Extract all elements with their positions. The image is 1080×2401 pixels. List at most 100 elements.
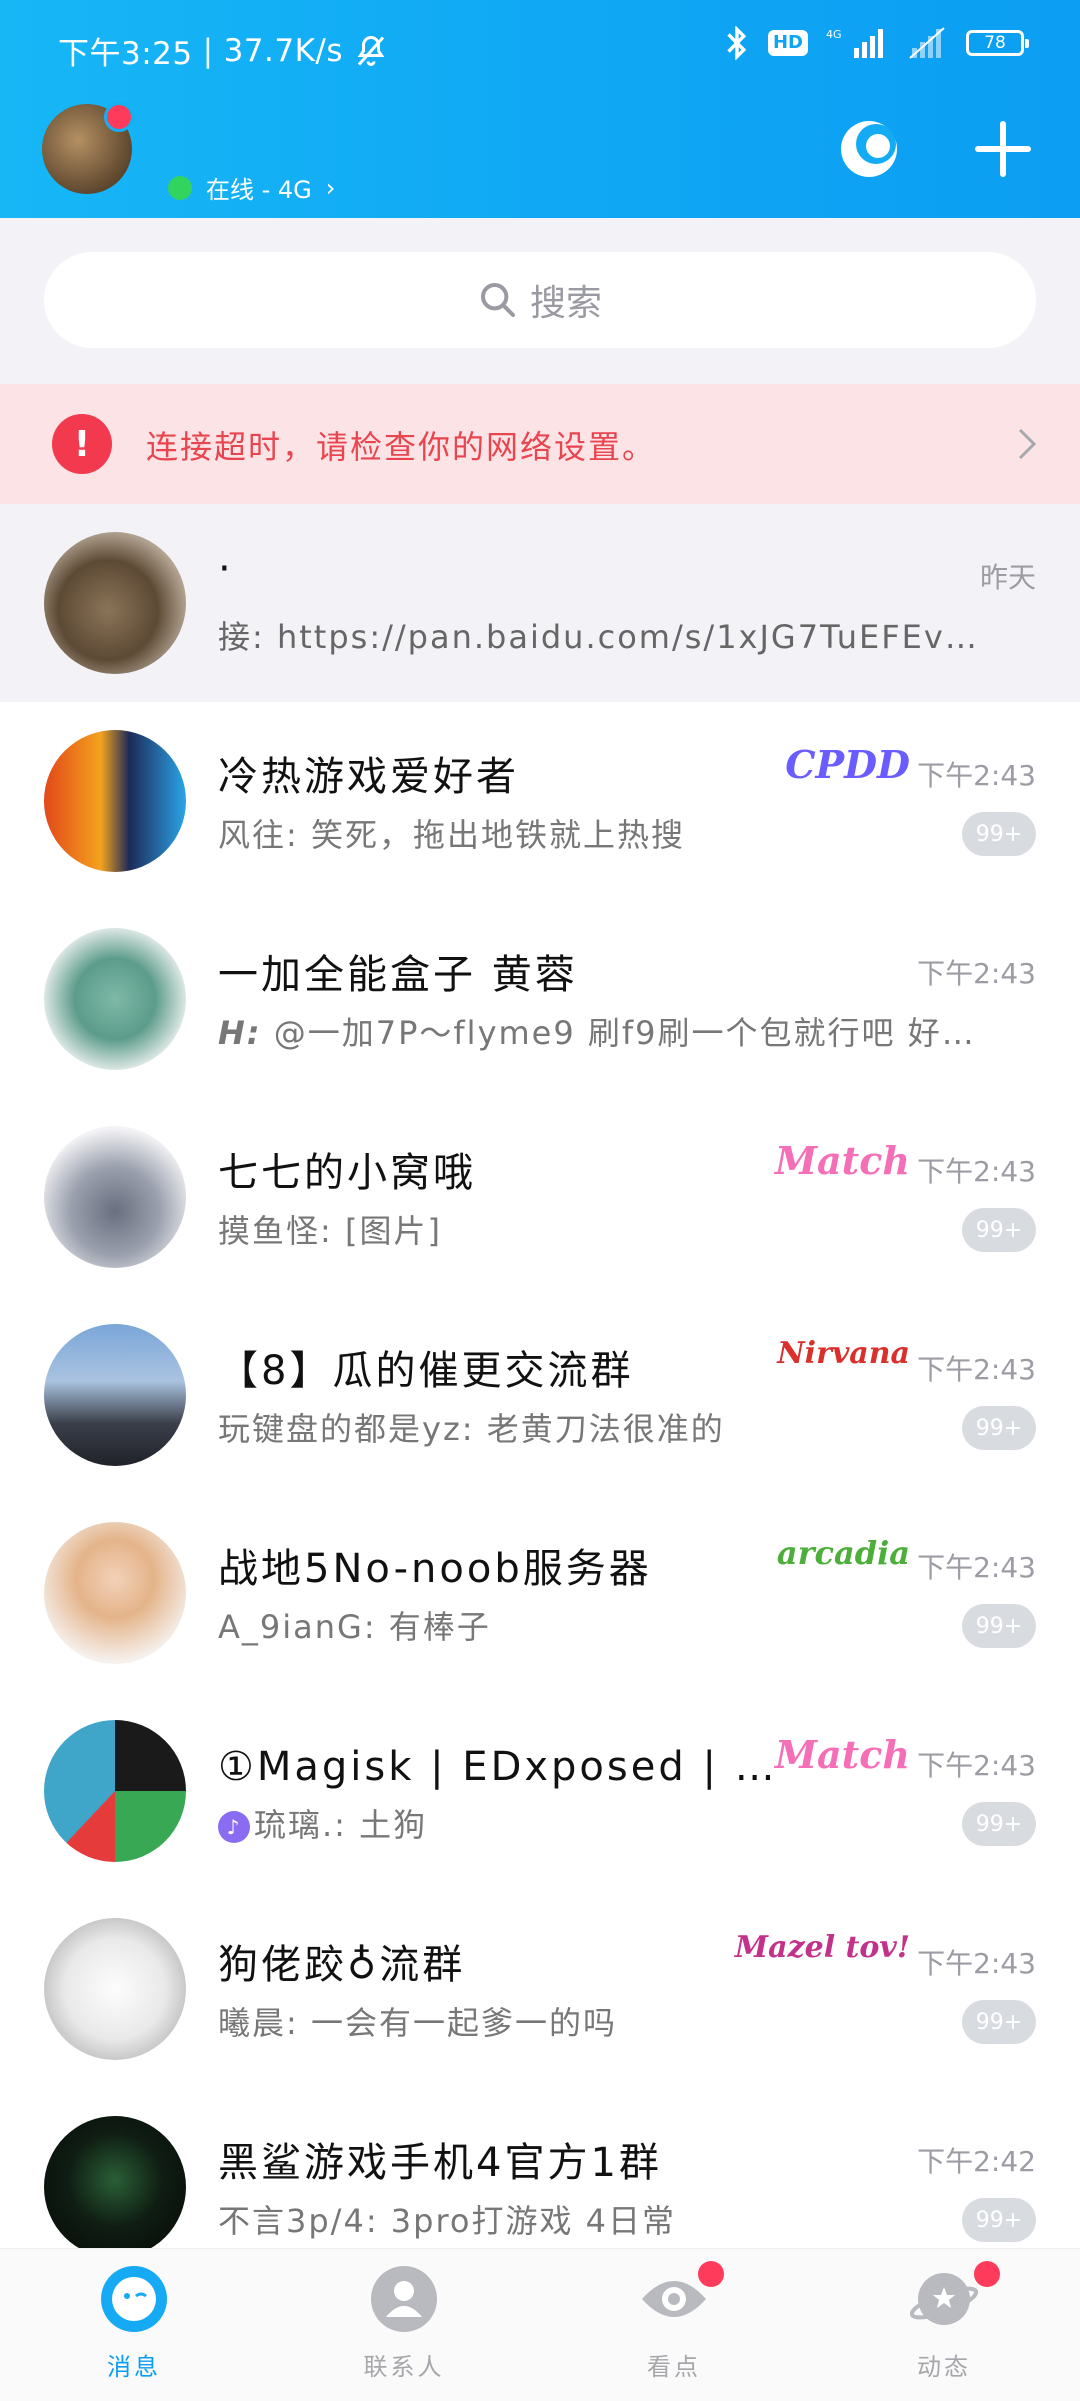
- anime-girl-avatar: [44, 1522, 186, 1664]
- group-tag-badge: Mazel tov!: [734, 1930, 910, 1965]
- chat-message: H: @一加7P～flyme9 刷f9刷一个包就行吧 好…: [218, 1008, 976, 1054]
- network-alert-banner[interactable]: ! 连接超时，请检查你的网络设置。: [0, 384, 1080, 504]
- chat-message: 不言3p/4: 3pro打游戏 4日常: [218, 2202, 677, 2240]
- bottom-nav: 消息 联系人 看点 动态: [0, 2248, 1080, 2401]
- tab-contacts-label: 联系人: [363, 2353, 445, 2381]
- alert-text: 连接超时，请检查你的网络设置。: [146, 428, 657, 466]
- network-speed: 37.7K/s: [223, 32, 344, 69]
- tab-messages-label: 消息: [107, 2353, 161, 2381]
- alert-icon: !: [52, 414, 112, 474]
- status-time: 下午3:25: [58, 36, 193, 72]
- unread-badge: 99+: [962, 1208, 1036, 1252]
- chat-time: 下午2:43: [917, 1947, 1036, 1980]
- chat-name: 战地5No-noob服务器: [218, 1546, 652, 1592]
- chat-time: 下午2:43: [917, 1551, 1036, 1584]
- tab-messages[interactable]: 消息: [34, 2263, 234, 2382]
- chat-time: 下午2:43: [917, 1155, 1036, 1188]
- status-bar-left: 下午3:25 | 37.7K/s: [58, 28, 389, 73]
- chat-name: 【8】瓜的催更交流群: [218, 1348, 634, 1394]
- chat-row[interactable]: 战地5No-noob服务器 A_9ianG: 有棒子 arcadia 下午2:4…: [0, 1494, 1080, 1692]
- blackshark-avatar: [44, 2116, 186, 2258]
- battery-icon: 78: [966, 30, 1029, 56]
- chat-message: 玩键盘的都是yz: 老黄刀法很准的: [218, 1410, 725, 1448]
- chat-time: 下午2:43: [917, 1353, 1036, 1386]
- plus-icon[interactable]: [972, 118, 1034, 180]
- cat-avatar: [44, 532, 186, 674]
- chat-row[interactable]: 一加全能盒子 黄蓉 H: @一加7P～flyme9 刷f9刷一个包就行吧 好… …: [0, 900, 1080, 1098]
- search-placeholder: 搜索: [529, 283, 602, 324]
- unread-badge: 99+: [962, 2000, 1036, 2044]
- chat-name: 黑鲨游戏手机4官方1群: [218, 2140, 662, 2186]
- chat-name: 七七的小窝哦: [218, 1150, 476, 1196]
- chat-bubble-icon: [101, 2266, 167, 2332]
- message-text: @一加7P～flyme9 刷f9刷一个包就行吧 好…: [261, 1014, 976, 1052]
- chat-row[interactable]: 七七的小窝哦 摸鱼怪: [图片] Match 下午2:43 99+: [0, 1098, 1080, 1296]
- online-status-label: 在线 - 4G: [206, 176, 312, 204]
- bell-off-icon: [357, 35, 385, 66]
- moon-icon[interactable]: [838, 118, 900, 180]
- phone-avatar: [44, 928, 186, 1070]
- avatar-notification-dot: [104, 102, 134, 132]
- network-type: 4G: [826, 28, 842, 41]
- chat-message: 接: https://pan.baidu.com/s/1xJG7TuEFEv2B…: [218, 618, 998, 656]
- message-text: 琉璃.: 土狗: [254, 1806, 428, 1844]
- chat-name: ·: [218, 546, 234, 592]
- fire-ice-avatar: [44, 730, 186, 872]
- group-tag-badge: Match: [774, 1138, 910, 1183]
- status-separator: |: [202, 32, 214, 69]
- user-avatar[interactable]: [42, 102, 134, 194]
- tab-moments-label: 动态: [917, 2353, 971, 2381]
- chat-row[interactable]: · 接: https://pan.baidu.com/s/1xJG7TuEFEv…: [0, 504, 1080, 702]
- notification-dot: [698, 2261, 724, 2287]
- bluetooth-icon: [727, 26, 747, 60]
- chat-row[interactable]: 【8】瓜的催更交流群 玩键盘的都是yz: 老黄刀法很准的 Nirvana 下午2…: [0, 1296, 1080, 1494]
- chat-message: 风往: 笑死，拖出地铁就上热搜: [218, 816, 685, 854]
- battery-level: 78: [984, 33, 1006, 53]
- online-status[interactable]: 在线 - 4G ›: [168, 170, 335, 205]
- planet-icon: [909, 2273, 979, 2325]
- unread-badge: 99+: [962, 812, 1036, 856]
- tab-discover[interactable]: 看点: [574, 2261, 774, 2382]
- anime-group-avatar: [44, 1126, 186, 1268]
- chat-name: 狗佬跤♁流群: [218, 1942, 466, 1988]
- chat-time: 下午2:43: [917, 1749, 1036, 1782]
- chat-name: 冷热游戏爱好者: [218, 754, 519, 800]
- music-note-icon: ♪: [218, 1811, 250, 1843]
- message-sender-prefix: H:: [218, 1014, 262, 1052]
- group-tag-badge: CPDD: [785, 742, 910, 787]
- search-area: 搜索: [0, 218, 1080, 384]
- unread-badge: 99+: [962, 1604, 1036, 1648]
- chat-row[interactable]: 冷热游戏爱好者 风往: 笑死，拖出地铁就上热搜 CPDD 下午2:43 99+: [0, 702, 1080, 900]
- status-bar-right: HD 4G 78: [724, 26, 1029, 60]
- app-header: 下午3:25 | 37.7K/s HD 4G 78 在线 - 4G ›: [0, 0, 1080, 218]
- dog-avatar: [44, 1918, 186, 2060]
- chat-message: A_9ianG: 有棒子: [218, 1608, 491, 1646]
- unread-badge: 99+: [962, 1802, 1036, 1846]
- tab-contacts[interactable]: 联系人: [304, 2263, 504, 2382]
- unread-badge: 99+: [962, 1406, 1036, 1450]
- chat-row[interactable]: ①Magisk | EDxposed | 太… ♪ 琉璃.: 土狗 Match 下…: [0, 1692, 1080, 1890]
- search-input[interactable]: 搜索: [44, 252, 1036, 348]
- signal-off-icon: [909, 27, 945, 59]
- unread-badge: 99+: [962, 2198, 1036, 2242]
- chat-message: 曦晨: 一会有一起爹一的吗: [218, 2004, 617, 2042]
- hd-badge: HD: [767, 30, 808, 56]
- chat-name: 一加全能盒子 黄蓉: [218, 952, 578, 998]
- soldier-avatar: [44, 1324, 186, 1466]
- tab-moments[interactable]: 动态: [844, 2261, 1044, 2382]
- yinyang-avatar: [44, 1720, 186, 1862]
- chat-time: 下午2:43: [917, 957, 1036, 990]
- signal-icon: 4G: [826, 28, 883, 58]
- chat-time: 下午2:42: [917, 2145, 1036, 2178]
- contacts-icon: [371, 2266, 437, 2332]
- group-tag-badge: Nirvana: [777, 1336, 910, 1371]
- chat-name: ①Magisk | EDxposed | 太…: [218, 1744, 778, 1790]
- search-icon: [480, 283, 515, 317]
- chat-time: 昨天: [979, 561, 1036, 594]
- group-tag-badge: Match: [774, 1732, 910, 1777]
- chat-message: 摸鱼怪: [图片]: [218, 1212, 442, 1250]
- chat-row[interactable]: 狗佬跤♁流群 曦晨: 一会有一起爹一的吗 Mazel tov! 下午2:43 9…: [0, 1890, 1080, 2088]
- tab-discover-label: 看点: [647, 2353, 701, 2381]
- group-tag-badge: arcadia: [776, 1534, 910, 1572]
- chat-time: 下午2:43: [917, 759, 1036, 792]
